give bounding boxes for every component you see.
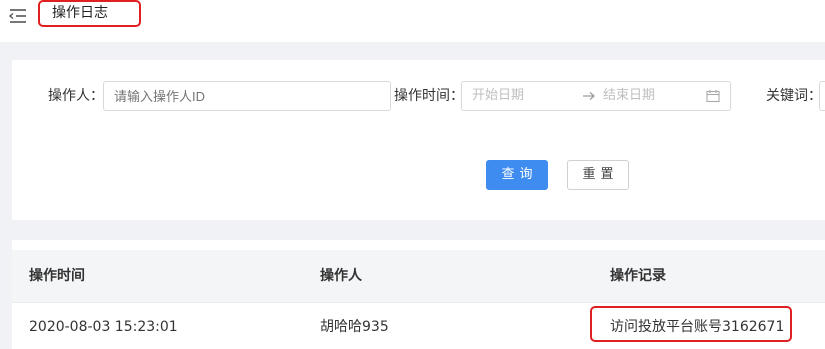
top-header: 操作日志 [0, 0, 825, 42]
keyword-input[interactable] [819, 81, 825, 111]
table-header: 操作时间 操作人 操作记录 [12, 250, 825, 302]
arrow-right-icon [583, 92, 595, 100]
time-label: 操作时间： [394, 88, 464, 104]
column-header-time: 操作时间 [29, 268, 85, 284]
keyword-label: 关键词： [766, 88, 822, 104]
cell-time: 2020-08-03 15:23:01 [29, 319, 178, 335]
filter-panel: 操作人： 操作时间： 开始日期 结束日期 关键词： 查询 重置 [12, 60, 825, 220]
column-header-operator: 操作人 [320, 268, 362, 284]
cell-record: 访问投放平台账号3162671 [610, 319, 785, 335]
operator-input[interactable] [103, 81, 391, 111]
menu-fold-icon[interactable] [8, 6, 28, 26]
date-range-picker[interactable]: 开始日期 结束日期 [461, 81, 731, 111]
end-date-placeholder[interactable]: 结束日期 [603, 82, 655, 110]
search-button[interactable]: 查询 [486, 160, 548, 190]
column-header-record: 操作记录 [610, 268, 666, 284]
page-title: 操作日志 [38, 0, 141, 27]
log-table: 操作时间 操作人 操作记录 2020-08-03 15:23:01 胡哈哈935… [12, 240, 825, 349]
start-date-placeholder[interactable]: 开始日期 [472, 88, 524, 103]
reset-button[interactable]: 重置 [567, 160, 629, 190]
calendar-icon [706, 90, 720, 103]
cell-operator: 胡哈哈935 [320, 319, 389, 335]
table-row: 2020-08-03 15:23:01 胡哈哈935 访问投放平台账号31626… [12, 302, 825, 349]
operator-label: 操作人： [48, 88, 104, 104]
